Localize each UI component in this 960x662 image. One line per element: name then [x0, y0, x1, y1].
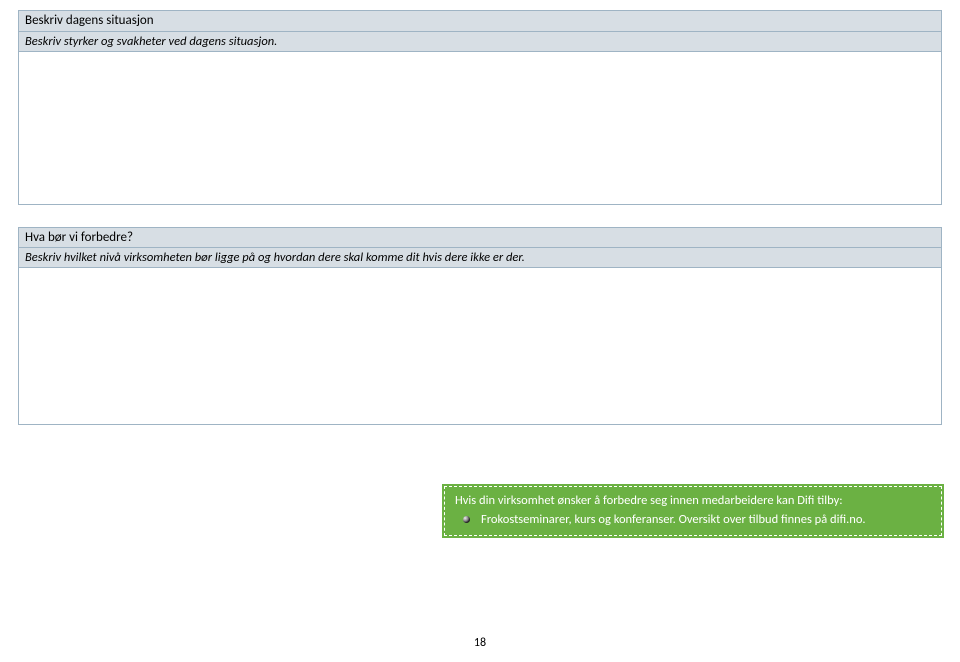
section1-body[interactable] [19, 52, 941, 204]
section1-body-wrap [18, 52, 942, 205]
section2-body-wrap [18, 268, 942, 425]
callout-item-text: Frokostseminarer, kurs og konferanser. O… [481, 512, 866, 527]
section-improve: Hva bør vi forbedre? Beskriv hvilket niv… [18, 227, 942, 269]
section2-subtitle: Beskriv hvilket nivå virksomheten bør li… [19, 248, 941, 267]
section1-subtitle: Beskriv styrker og svakheter ved dagens … [19, 32, 941, 51]
section1-title: Beskriv dagens situasjon [19, 11, 941, 32]
callout-box: Hvis din virksomhet ønsker å forbedre se… [444, 486, 942, 536]
callout-list: Frokostseminarer, kurs og konferanser. O… [455, 512, 931, 529]
callout-intro: Hvis din virksomhet ønsker å forbedre se… [455, 493, 931, 510]
page: Beskriv dagens situasjon Beskriv styrker… [0, 0, 960, 662]
section-current-situation: Beskriv dagens situasjon Beskriv styrker… [18, 10, 942, 52]
callout-item: Frokostseminarer, kurs og konferanser. O… [469, 512, 931, 529]
bullet-icon [463, 516, 470, 523]
page-number: 18 [474, 636, 486, 650]
section2-title: Hva bør vi forbedre? [19, 228, 941, 249]
section2-body[interactable] [19, 268, 941, 424]
